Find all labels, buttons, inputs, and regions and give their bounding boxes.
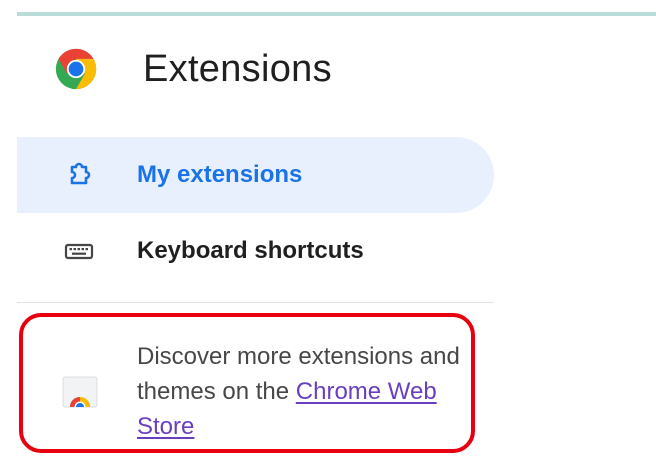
page-title: Extensions xyxy=(143,47,332,90)
chrome-web-store-icon xyxy=(62,376,98,408)
sidebar-divider xyxy=(17,302,494,303)
web-store-promo-text: Discover more extensions and themes on t… xyxy=(137,339,467,444)
top-bar-strip xyxy=(17,12,656,16)
extensions-page: Extensions My extensions Keyboard shortc… xyxy=(0,0,656,475)
page-header: Extensions xyxy=(54,47,332,91)
keyboard-icon xyxy=(63,235,95,267)
sidebar-item-my-extensions[interactable]: My extensions xyxy=(17,137,494,213)
puzzle-piece-icon xyxy=(63,159,95,191)
chrome-logo-icon xyxy=(55,48,97,90)
sidebar-item-label: My extensions xyxy=(137,161,303,188)
sidebar-item-label: Keyboard shortcuts xyxy=(137,237,364,264)
sidebar-item-keyboard-shortcuts[interactable]: Keyboard shortcuts xyxy=(17,213,494,289)
